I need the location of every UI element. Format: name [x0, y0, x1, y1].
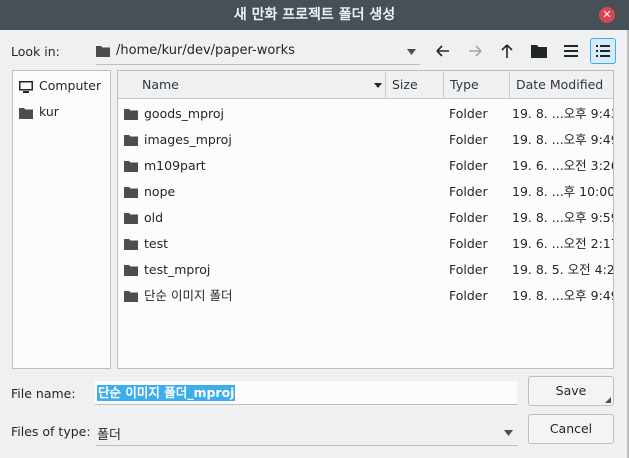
file-date-cell: 19. 8. ...오후 9:59 — [512, 210, 613, 225]
file-name-cell: old — [144, 210, 164, 225]
new-folder-icon — [531, 45, 547, 58]
folder-icon — [124, 291, 138, 302]
close-icon[interactable]: ✕ — [599, 7, 615, 23]
table-row[interactable]: test_mproj Folder 19. 8. 5. 오전 4:27 — [118, 257, 613, 283]
folder-icon — [124, 187, 138, 198]
table-row[interactable]: images_mproj Folder 19. 8. ...오후 9:49 — [118, 127, 613, 153]
title-bar: 새 만화 프로젝트 폴더 생성 ✕ — [0, 0, 629, 30]
table-row[interactable]: m109part Folder 19. 6. ...오전 3:26 — [118, 153, 613, 179]
column-header-size[interactable]: Size — [386, 72, 444, 98]
file-date-cell: 19. 8. ...오후 9:49 — [512, 288, 613, 303]
file-name-cell: test_mproj — [144, 262, 211, 277]
sort-descending-icon — [374, 83, 382, 88]
file-name-input[interactable]: 단순 이미지 폴더_mproj — [95, 381, 517, 405]
folder-icon — [96, 46, 110, 57]
folder-icon — [124, 265, 138, 276]
file-date-cell: 19. 8. ...오후 9:43 — [512, 106, 613, 121]
column-header-type[interactable]: Type — [444, 72, 510, 98]
file-date-cell: 19. 6. ...오전 3:26 — [512, 158, 613, 173]
folder-icon — [124, 161, 138, 172]
file-name-value: 단순 이미지 폴더_mproj — [97, 385, 236, 401]
look-in-path: /home/kur/dev/paper-works — [116, 43, 295, 58]
chevron-down-icon — [504, 430, 513, 436]
column-header-row: Name Size Type Date Modified — [118, 71, 613, 99]
arrow-left-icon — [436, 45, 449, 57]
detail-view-icon — [596, 45, 610, 57]
table-row[interactable]: goods_mproj Folder 19. 8. ...오후 9:43 — [118, 101, 613, 127]
file-dialog: Look in: /home/kur/dev/paper-works Compu… — [0, 30, 627, 458]
column-header-name[interactable]: Name — [118, 72, 386, 98]
resize-grip-icon — [605, 397, 611, 403]
file-list: Name Size Type Date Modified goods_mproj… — [117, 70, 614, 369]
file-rows: goods_mproj Folder 19. 8. ...오후 9:43 images… — [118, 101, 613, 361]
file-date-cell: 19. 6. ...오전 2:17 — [512, 236, 613, 251]
folder-icon — [124, 109, 138, 120]
file-name-cell: images_mproj — [144, 132, 232, 147]
file-name-label: File name: — [11, 386, 76, 401]
file-type-cell: Folder — [449, 288, 488, 303]
cancel-button[interactable]: Cancel — [528, 414, 614, 444]
folder-icon — [124, 239, 138, 250]
file-name-cell: nope — [144, 184, 176, 199]
places-sidebar: Computer kur — [12, 70, 111, 369]
look-in-label: Look in: — [11, 44, 60, 59]
chevron-down-icon — [407, 49, 416, 55]
file-type-cell: Folder — [449, 132, 488, 147]
folder-icon — [19, 108, 33, 119]
folder-icon — [124, 135, 138, 146]
cancel-button-label: Cancel — [549, 421, 593, 436]
detail-view-button[interactable] — [590, 38, 616, 64]
file-name-cell: 단순 이미지 폴더 — [144, 288, 233, 303]
file-date-cell: 19. 8. ...오후 9:49 — [512, 132, 613, 147]
arrow-up-icon — [501, 44, 513, 58]
folder-icon — [124, 213, 138, 224]
table-row[interactable]: old Folder 19. 8. ...오후 9:59 — [118, 205, 613, 231]
table-row[interactable]: test Folder 19. 6. ...오전 2:17 — [118, 231, 613, 257]
table-row[interactable]: 단순 이미지 폴더 Folder 19. 8. ...오후 9:49 — [118, 283, 613, 309]
column-header-name-label: Name — [142, 77, 179, 92]
look-in-combo[interactable]: /home/kur/dev/paper-works — [92, 38, 422, 64]
file-type-combo[interactable]: 폴더 — [92, 419, 518, 445]
file-type-value: 폴더 — [97, 428, 121, 443]
computer-icon — [19, 81, 33, 93]
parent-directory-button[interactable] — [494, 38, 520, 64]
file-date-cell: 19. 8. 5. 오전 4:27 — [512, 262, 613, 277]
combo-underline — [96, 445, 518, 446]
column-header-date[interactable]: Date Modified — [510, 72, 613, 98]
list-view-icon — [564, 45, 578, 57]
sidebar-item-label: kur — [39, 104, 59, 119]
list-view-button[interactable] — [558, 38, 584, 64]
table-row[interactable]: nope Folder 19. 8. ...후 10:00 — [118, 179, 613, 205]
file-type-cell: Folder — [449, 236, 488, 251]
file-type-cell: Folder — [449, 106, 488, 121]
window-title: 새 만화 프로젝트 폴더 생성 — [233, 7, 396, 23]
file-type-label: Files of type: — [11, 424, 91, 439]
back-button[interactable] — [430, 38, 456, 64]
file-type-cell: Folder — [449, 210, 488, 225]
file-name-cell: test — [144, 236, 169, 251]
file-date-cell: 19. 8. ...후 10:00 — [512, 184, 613, 199]
file-type-cell: Folder — [449, 158, 488, 173]
sidebar-item-computer[interactable]: Computer — [13, 75, 110, 99]
file-type-cell: Folder — [449, 184, 488, 199]
sidebar-item-label: Computer — [39, 78, 102, 93]
combo-underline — [96, 64, 420, 65]
file-name-cell: goods_mproj — [144, 106, 225, 121]
save-button[interactable]: Save — [528, 376, 614, 406]
new-folder-button[interactable] — [526, 38, 552, 64]
save-button-label: Save — [555, 383, 587, 398]
file-type-cell: Folder — [449, 262, 488, 277]
forward-button[interactable] — [462, 38, 488, 64]
file-name-cell: m109part — [144, 158, 206, 173]
sidebar-item-kur[interactable]: kur — [13, 101, 110, 125]
arrow-right-icon — [469, 45, 482, 57]
